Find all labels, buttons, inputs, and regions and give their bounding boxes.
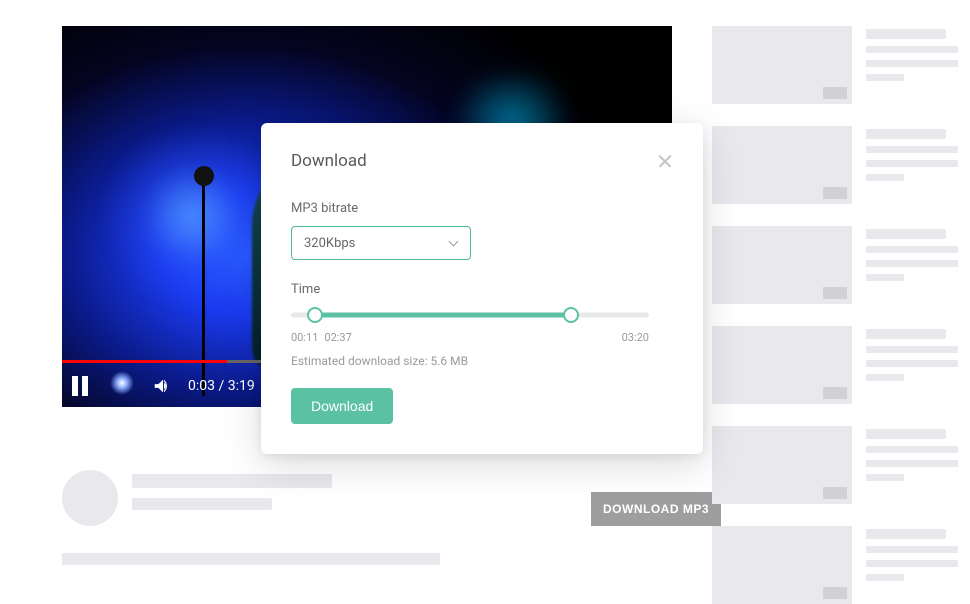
related-line-placeholder xyxy=(866,474,904,481)
related-title-placeholder xyxy=(866,129,946,139)
related-line-placeholder xyxy=(866,246,958,253)
related-line-placeholder xyxy=(866,260,958,267)
pause-icon[interactable] xyxy=(72,376,90,396)
estimated-size: Estimated download size: 5.6 MB xyxy=(291,354,673,368)
related-duration-placeholder xyxy=(823,287,847,299)
estimated-size-label: Estimated download size: xyxy=(291,354,427,368)
related-video-item[interactable] xyxy=(712,26,960,104)
video-progress-fill xyxy=(62,360,227,363)
related-line-placeholder xyxy=(866,446,958,453)
related-line-placeholder xyxy=(866,160,958,167)
related-video-item[interactable] xyxy=(712,426,960,504)
related-line-placeholder xyxy=(866,360,958,367)
related-thumbnail-placeholder xyxy=(712,526,852,604)
related-videos-list xyxy=(712,26,960,604)
related-duration-placeholder xyxy=(823,87,847,99)
related-line-placeholder xyxy=(866,60,958,67)
channel-description-placeholder xyxy=(62,553,440,565)
download-button[interactable]: Download xyxy=(291,388,393,424)
channel-subtitle-placeholder xyxy=(132,498,272,510)
related-line-placeholder xyxy=(866,574,904,581)
related-title-placeholder xyxy=(866,329,946,339)
slider-fill xyxy=(315,313,571,318)
related-duration-placeholder xyxy=(823,587,847,599)
time-labels: 00:11 02:37 03:20 xyxy=(291,331,649,344)
download-mp3-button[interactable]: DOWNLOAD MP3 xyxy=(591,492,721,526)
time-range-slider[interactable] xyxy=(291,307,649,323)
related-thumbnail-placeholder xyxy=(712,26,852,104)
download-modal: Download MP3 bitrate 320Kbps Time 00:11 … xyxy=(261,123,703,454)
volume-icon[interactable] xyxy=(148,375,178,397)
related-duration-placeholder xyxy=(823,487,847,499)
related-thumbnail-placeholder xyxy=(712,426,852,504)
bitrate-label: MP3 bitrate xyxy=(291,201,673,216)
channel-avatar-placeholder xyxy=(62,470,118,526)
video-duration: 3:19 xyxy=(228,378,255,394)
related-thumbnail-placeholder xyxy=(712,326,852,404)
related-line-placeholder xyxy=(866,146,958,153)
estimated-size-value: 5.6 MB xyxy=(430,354,468,368)
related-title-placeholder xyxy=(866,429,946,439)
related-title-placeholder xyxy=(866,229,946,239)
related-title-placeholder xyxy=(866,529,946,539)
related-video-item[interactable] xyxy=(712,126,960,204)
related-video-item[interactable] xyxy=(712,326,960,404)
related-line-placeholder xyxy=(866,546,958,553)
time-label: Time xyxy=(291,282,673,297)
channel-title-placeholder xyxy=(132,474,332,488)
slider-handle-end[interactable] xyxy=(563,307,579,323)
chevron-down-icon xyxy=(448,238,458,248)
related-video-item[interactable] xyxy=(712,526,960,604)
video-time-display: 0:03 / 3:19 xyxy=(188,378,255,394)
related-line-placeholder xyxy=(866,74,904,81)
related-line-placeholder xyxy=(866,560,958,567)
time-end-value: 02:37 xyxy=(324,331,351,344)
bitrate-select[interactable]: 320Kbps xyxy=(291,226,471,260)
close-icon[interactable] xyxy=(657,153,673,169)
related-line-placeholder xyxy=(866,174,904,181)
bitrate-value: 320Kbps xyxy=(304,236,355,251)
video-current-time: 0:03 xyxy=(188,378,215,394)
slider-handle-start[interactable] xyxy=(307,307,323,323)
related-line-placeholder xyxy=(866,46,958,53)
modal-title: Download xyxy=(291,151,367,171)
related-duration-placeholder xyxy=(823,187,847,199)
related-thumbnail-placeholder xyxy=(712,126,852,204)
related-line-placeholder xyxy=(866,346,958,353)
related-line-placeholder xyxy=(866,274,904,281)
related-title-placeholder xyxy=(866,29,946,39)
related-thumbnail-placeholder xyxy=(712,226,852,304)
channel-info xyxy=(62,470,332,526)
related-line-placeholder xyxy=(866,374,904,381)
time-start-value: 00:11 xyxy=(291,331,318,344)
lens-flare xyxy=(110,371,134,395)
related-video-item[interactable] xyxy=(712,226,960,304)
related-line-placeholder xyxy=(866,460,958,467)
time-total-value: 03:20 xyxy=(622,331,649,344)
related-duration-placeholder xyxy=(823,387,847,399)
